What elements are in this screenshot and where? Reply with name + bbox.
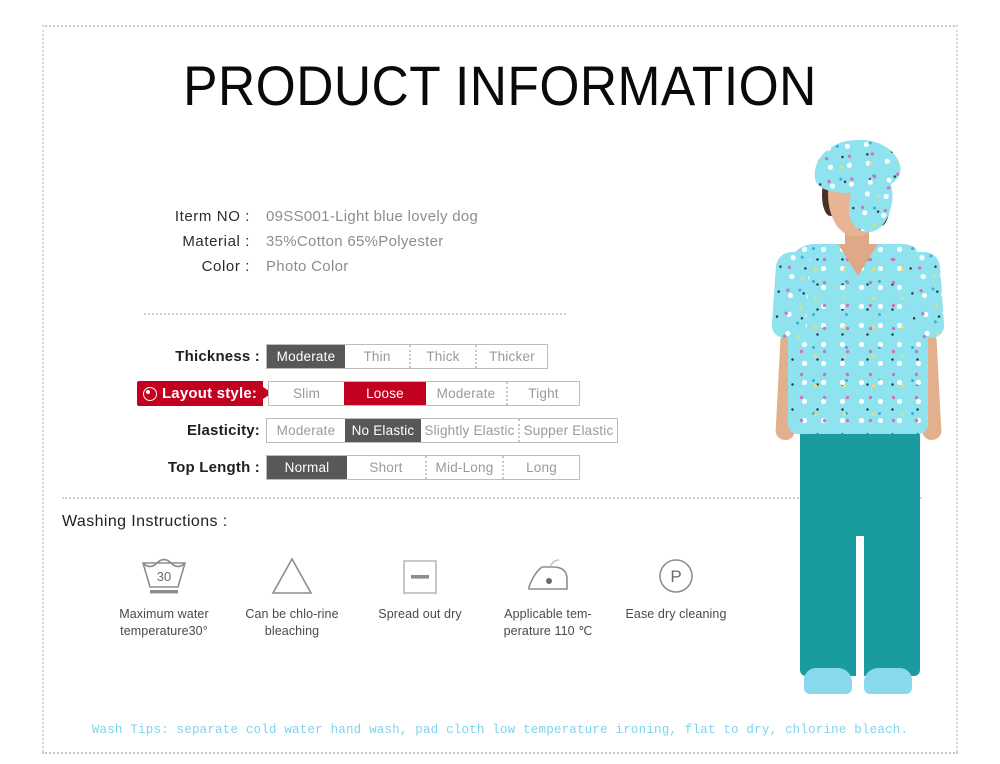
info-row: Color : Photo Color <box>146 258 616 275</box>
product-info-block: Iterm NO : 09SS001-Light blue lovely dog… <box>146 208 616 283</box>
frame-border-bottom <box>42 752 958 754</box>
wash-item: P Ease dry cleaning <box>624 552 728 640</box>
spec-options-top-length: Normal Short Mid-Long Long <box>266 455 580 480</box>
fabric-print-pattern <box>905 250 945 340</box>
spec-option[interactable]: Moderate <box>267 345 345 368</box>
model-pants <box>800 426 920 676</box>
spec-option[interactable]: Slim <box>269 382 344 405</box>
spec-option[interactable]: Thick <box>409 345 475 368</box>
wash-item: Applicable tem-perature 110 ℃ <box>496 552 600 640</box>
bleach-triangle-icon <box>266 552 318 600</box>
wash-item: Spread out dry <box>368 552 472 640</box>
spec-label: Elasticity: <box>186 422 260 439</box>
model-shoe-left <box>804 668 852 694</box>
wash-label: Applicable tem-perature 110 ℃ <box>503 607 593 638</box>
spec-label: Top Length : <box>167 459 260 476</box>
info-value: 09SS001-Light blue lovely dog <box>266 208 479 225</box>
wash-label: Spread out dry <box>378 607 462 621</box>
wash-tub-icon: 30 <box>135 552 193 600</box>
spec-option[interactable]: Moderate <box>426 382 506 405</box>
spec-option[interactable]: Slightly Elastic <box>421 419 518 442</box>
info-label: Material : <box>182 233 250 250</box>
product-information-page: PRODUCT INFORMATION Iterm NO : 09SS001-L… <box>0 0 1000 764</box>
info-label: Iterm NO : <box>174 208 250 225</box>
model-shoe-right <box>864 668 912 694</box>
model-photo <box>752 135 1000 720</box>
iron-icon <box>520 552 576 600</box>
wash-label: Maximum water temperature30° <box>119 607 209 638</box>
spec-options-elasticity: Moderate No Elastic Slightly Elastic Sup… <box>266 418 618 443</box>
spec-option[interactable]: No Elastic <box>345 419 421 442</box>
target-icon <box>142 386 157 401</box>
model-scrub-cap <box>811 135 903 197</box>
wash-temp-value: 30 <box>157 569 171 584</box>
info-row: Iterm NO : 09SS001-Light blue lovely dog <box>146 208 616 225</box>
info-value: Photo Color <box>266 258 349 275</box>
spec-option[interactable]: Loose <box>344 382 426 405</box>
spec-options-layout-style: Slim Loose Moderate Tight <box>268 381 580 406</box>
fabric-print-pattern <box>771 250 811 340</box>
info-value: 35%Cotton 65%Polyester <box>266 233 444 250</box>
spec-option[interactable]: Short <box>347 456 425 479</box>
spec-option[interactable]: Supper Elastic <box>518 419 617 442</box>
spec-label-text: Layout style: <box>161 385 258 402</box>
section-divider-top <box>144 313 566 315</box>
dry-clean-p-icon: P <box>652 552 700 600</box>
spec-label-highlighted: Layout style: <box>137 381 272 406</box>
spec-option[interactable]: Thin <box>345 345 409 368</box>
dry-flat-square-icon <box>396 552 444 600</box>
wash-item: Can be chlo-rine bleaching <box>240 552 344 640</box>
spec-options-thickness: Moderate Thin Thick Thicker <box>266 344 548 369</box>
info-label: Color : <box>201 258 250 275</box>
frame-border-top <box>42 25 958 27</box>
model-sleeve-right <box>905 250 945 340</box>
spec-option[interactable]: Normal <box>267 456 347 479</box>
page-title: PRODUCT INFORMATION <box>183 54 817 117</box>
washing-icons-list: 30 Maximum water temperature30° Can be c… <box>112 552 728 640</box>
model-sleeve-left <box>771 250 811 340</box>
washing-instructions-title: Washing Instructions : <box>62 513 228 530</box>
spec-option[interactable]: Mid-Long <box>425 456 502 479</box>
wash-item: 30 Maximum water temperature30° <box>112 552 216 640</box>
spec-option[interactable]: Tight <box>506 382 579 405</box>
svg-text:P: P <box>670 567 681 586</box>
spec-label: Thickness : <box>175 348 260 365</box>
info-row: Material : 35%Cotton 65%Polyester <box>146 233 616 250</box>
wash-label: Can be chlo-rine bleaching <box>245 607 339 638</box>
spec-option[interactable]: Moderate <box>267 419 345 442</box>
spec-option[interactable]: Long <box>502 456 579 479</box>
model-pants-gap <box>856 536 864 676</box>
fabric-print-pattern <box>811 135 903 197</box>
spec-option[interactable]: Thicker <box>475 345 547 368</box>
wash-label: Ease dry cleaning <box>625 607 727 621</box>
wash-tips-text: Wash Tips: separate cold water hand wash… <box>91 723 909 737</box>
